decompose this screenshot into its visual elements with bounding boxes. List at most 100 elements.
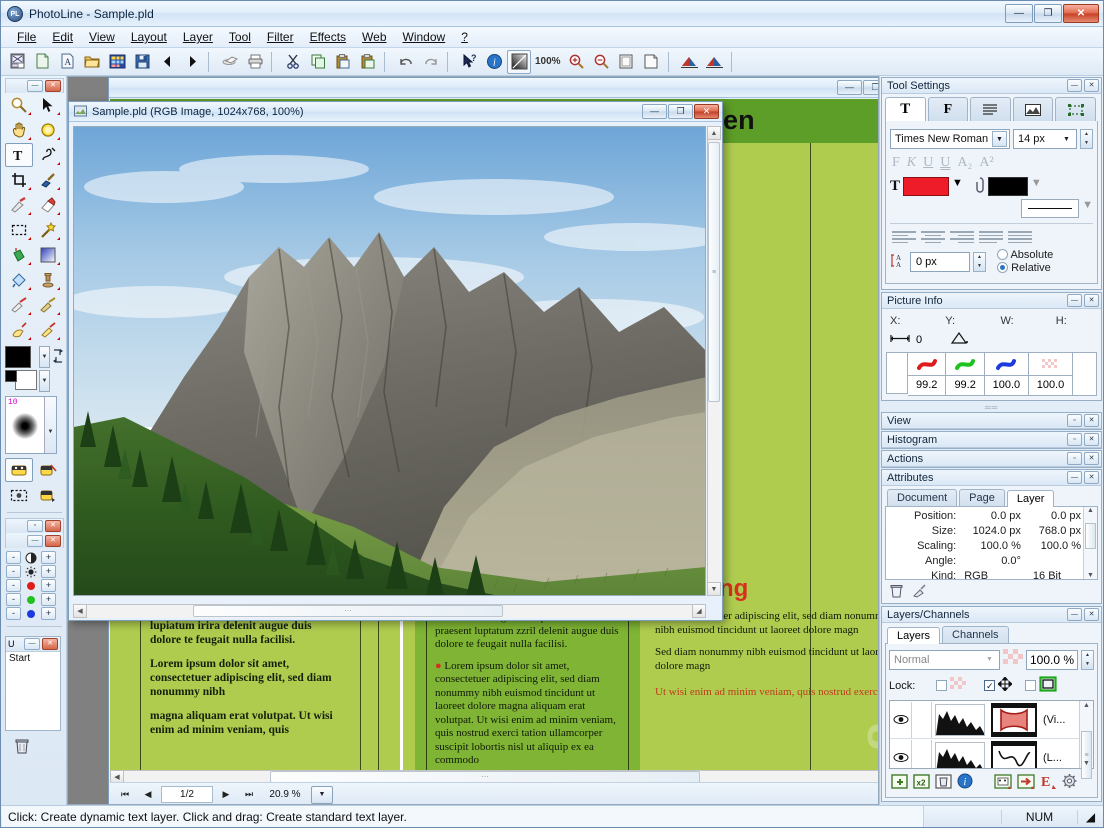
path-tool[interactable] [34, 143, 62, 167]
menu-edit[interactable]: Edit [44, 28, 81, 46]
duplicate-layer-icon[interactable]: x2 [913, 773, 930, 792]
hand-tool[interactable] [5, 118, 33, 142]
picture-info-minimize[interactable]: — [1067, 294, 1082, 307]
absolute-radio-row[interactable]: Absolute [997, 249, 1053, 262]
move-tool[interactable] [34, 93, 62, 117]
sharpen-tool[interactable] [5, 293, 33, 317]
save-icon[interactable] [130, 50, 154, 74]
picture-info-close[interactable]: ✕ [1084, 294, 1099, 307]
context-help-icon[interactable]: ? [457, 50, 481, 74]
attributes-panel-close[interactable]: ✕ [1084, 471, 1099, 484]
settings-icon[interactable] [1061, 773, 1078, 792]
background-color-swatch[interactable] [15, 370, 37, 390]
opacity-value[interactable]: 100.0 % [1026, 649, 1078, 670]
flip-vertical-icon[interactable] [703, 50, 727, 74]
layer-info-icon[interactable]: i [957, 773, 973, 792]
menu-tool[interactable]: Tool [221, 28, 259, 46]
layer-link-checkbox[interactable] [912, 701, 932, 738]
new-text-document-icon[interactable]: A [55, 50, 79, 74]
eraser-tool[interactable] [34, 193, 62, 217]
page-zoom-value[interactable]: 20.9 % [262, 786, 308, 803]
font-size-combo[interactable]: 14 px ▼ [1013, 129, 1077, 149]
brush-dropdown[interactable]: ▼ [44, 397, 56, 453]
italic-button[interactable]: K [907, 155, 916, 171]
clone-stamp-tool[interactable] [34, 268, 62, 292]
layer-mask-thumbnail[interactable] [935, 741, 985, 768]
undo-panel-minimize[interactable]: — [24, 638, 40, 650]
magic-wand-tool[interactable] [34, 218, 62, 242]
tab-text-transform[interactable] [1055, 97, 1096, 121]
text-color-swatch[interactable] [903, 177, 950, 196]
tab-paragraph[interactable] [970, 97, 1011, 121]
line-style-dropdown[interactable]: ▼ [1082, 199, 1093, 218]
underline-button[interactable]: U [923, 155, 933, 171]
font-size-spinner[interactable]: ▲ ▼ [1080, 129, 1093, 149]
table-row[interactable]: (L... [890, 739, 1079, 768]
adjust-panel-minimize-1[interactable]: ▫ [27, 520, 43, 532]
redo-icon[interactable] [419, 50, 443, 74]
lock-move-checkbox[interactable]: ✓ [984, 680, 996, 691]
info-icon[interactable]: i [482, 50, 506, 74]
swap-colors-icon[interactable] [52, 346, 64, 371]
imgdoc-maximize-button[interactable]: ❐ [668, 104, 693, 119]
color-picker-tool[interactable] [34, 118, 62, 142]
align-center-button[interactable] [921, 230, 945, 244]
actions-panel-restore[interactable]: ▫ [1067, 452, 1082, 465]
imgdoc-close-button[interactable]: ✕ [694, 104, 719, 119]
bgdoc-minimize-button[interactable]: — [837, 80, 862, 95]
menu-filter[interactable]: Filter [259, 28, 302, 46]
blue-plus-button[interactable]: + [41, 607, 56, 620]
bold-button[interactable]: F [892, 155, 900, 171]
blend-mode-dropdown-arrow[interactable]: ▼ [982, 652, 997, 668]
image-vertical-scrollbar[interactable]: ▲ ≡ ▼ [707, 126, 721, 596]
foreground-color-dropdown[interactable]: ▼ [39, 346, 50, 368]
gradient-tool[interactable] [34, 243, 62, 267]
background-color-dropdown[interactable]: ▼ [39, 370, 50, 392]
brush-preview[interactable]: 10 ▼ [5, 396, 57, 454]
image-document-titlebar[interactable]: Sample.pld (RGB Image, 1024x768, 100%) —… [69, 102, 722, 122]
adjust-panel-close-2[interactable]: ✕ [45, 534, 61, 547]
image-scroll-up-button[interactable]: ▲ [707, 126, 721, 140]
tab-text-on-image[interactable] [1012, 97, 1054, 121]
layer-mask-thumbnail[interactable] [935, 703, 985, 736]
outline-color-swatch[interactable] [987, 177, 1028, 196]
last-page-button[interactable]: ⏭ [239, 786, 259, 804]
fit-window-icon[interactable] [615, 50, 639, 74]
brightness-minus-button[interactable]: - [6, 565, 21, 578]
open-folder-icon[interactable] [80, 50, 104, 74]
cut-icon[interactable] [281, 50, 305, 74]
attributes-scroll-up[interactable]: ▲ [1084, 507, 1097, 514]
attributes-scrollbar[interactable]: ▲ ▼ [1083, 507, 1097, 579]
scan-icon[interactable] [218, 50, 242, 74]
previous-icon[interactable] [155, 50, 179, 74]
tab-document[interactable]: Document [887, 489, 958, 506]
menu-view[interactable]: View [81, 28, 123, 46]
red-minus-button[interactable]: - [6, 579, 21, 592]
tool-settings-close[interactable]: ✕ [1084, 79, 1099, 92]
menu-effects[interactable]: Effects [302, 28, 354, 46]
line-spacing-value[interactable]: 0 px [910, 252, 970, 272]
text-tool[interactable]: T [5, 143, 33, 167]
mask-disable-icon[interactable] [34, 458, 62, 482]
bgdoc-maximize-button[interactable]: ❐ [863, 80, 878, 95]
burn-tool[interactable] [34, 318, 62, 342]
gradient-icon[interactable] [507, 49, 531, 74]
contrast-minus-button[interactable]: - [6, 551, 21, 564]
image-scroll-right-button[interactable]: ◢ [692, 604, 706, 618]
tool-settings-minimize[interactable]: — [1067, 79, 1082, 92]
small-fg-swatch[interactable] [5, 370, 17, 382]
delete-layer-icon[interactable] [935, 773, 952, 792]
dock-grip[interactable]: ══ [881, 403, 1102, 412]
mask-apply-icon[interactable] [34, 483, 62, 507]
contact-sheet-icon[interactable] [105, 50, 129, 74]
red-plus-button[interactable]: + [41, 579, 56, 592]
previous-page-button[interactable]: ◀ [138, 786, 158, 804]
attributes-panel-minimize[interactable]: — [1067, 471, 1082, 484]
line-spacing-spinner[interactable]: ▲ ▼ [973, 252, 986, 272]
page-zoom-dropdown[interactable]: ▼ [311, 785, 333, 804]
toolpalette-minimize-button[interactable]: — [27, 80, 43, 92]
table-row[interactable]: (Vi... [890, 701, 1079, 739]
paste-icon[interactable] [331, 50, 355, 74]
font-family-dropdown-arrow[interactable]: ▼ [992, 131, 1007, 147]
foreground-color-swatch[interactable] [5, 346, 31, 368]
